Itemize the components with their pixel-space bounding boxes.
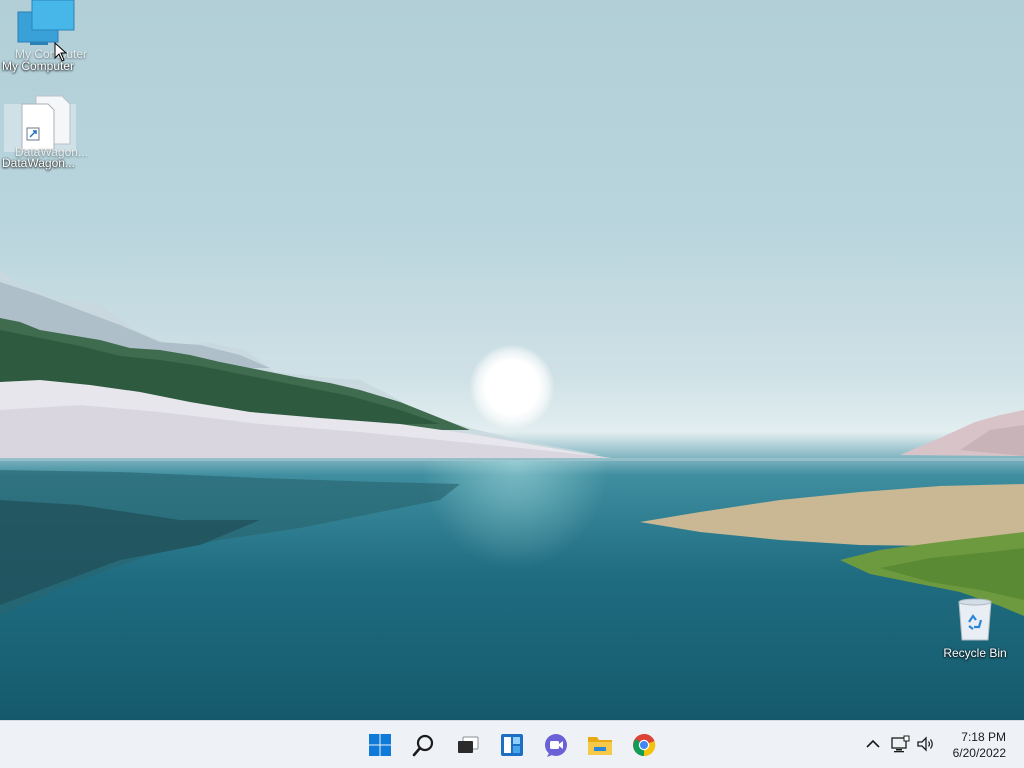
wallpaper-landscape (0, 270, 1024, 616)
recycle-bin-icon (932, 596, 1018, 644)
show-hidden-icons-button[interactable] (862, 733, 884, 755)
desktop-icon-my-computer[interactable]: My Computer (0, 0, 86, 73)
desktop-icon-recycle-bin[interactable]: Recycle Bin (932, 596, 1018, 660)
chrome-button[interactable] (626, 727, 662, 763)
network-button[interactable] (890, 733, 912, 755)
desktop[interactable]: My Computer My Computer DataWagon... Dat… (0, 0, 1024, 720)
monitor-icon (0, 0, 86, 46)
taskbar: 7:18 PM 6/20/2022 (0, 720, 1024, 768)
start-button[interactable] (362, 727, 398, 763)
task-view-icon (458, 736, 479, 753)
clock-time: 7:18 PM (961, 730, 1006, 744)
volume-icon (917, 736, 933, 752)
mouse-cursor-icon (54, 42, 68, 62)
search-icon (412, 734, 434, 757)
file-explorer-button[interactable] (582, 727, 618, 763)
video-chat-icon (545, 734, 567, 757)
search-button[interactable] (406, 727, 442, 763)
widgets-button[interactable] (494, 727, 530, 763)
folder-icon (588, 737, 612, 755)
desktop-icon-label: Recycle Bin (943, 646, 1007, 660)
drag-ghost-label: DataWagon... (15, 145, 88, 159)
network-icon (891, 735, 910, 753)
chevron-up-icon (866, 739, 880, 748)
chrome-icon (633, 733, 656, 757)
clock[interactable]: 7:18 PM 6/20/2022 (936, 729, 1006, 761)
windows-logo-icon (369, 734, 391, 756)
drag-ghost-label: My Computer (15, 47, 88, 61)
widgets-icon (501, 734, 523, 756)
teams-chat-button[interactable] (538, 727, 574, 763)
clock-date: 6/20/2022 (952, 746, 1006, 760)
volume-button[interactable] (915, 733, 937, 755)
task-view-button[interactable] (450, 727, 486, 763)
